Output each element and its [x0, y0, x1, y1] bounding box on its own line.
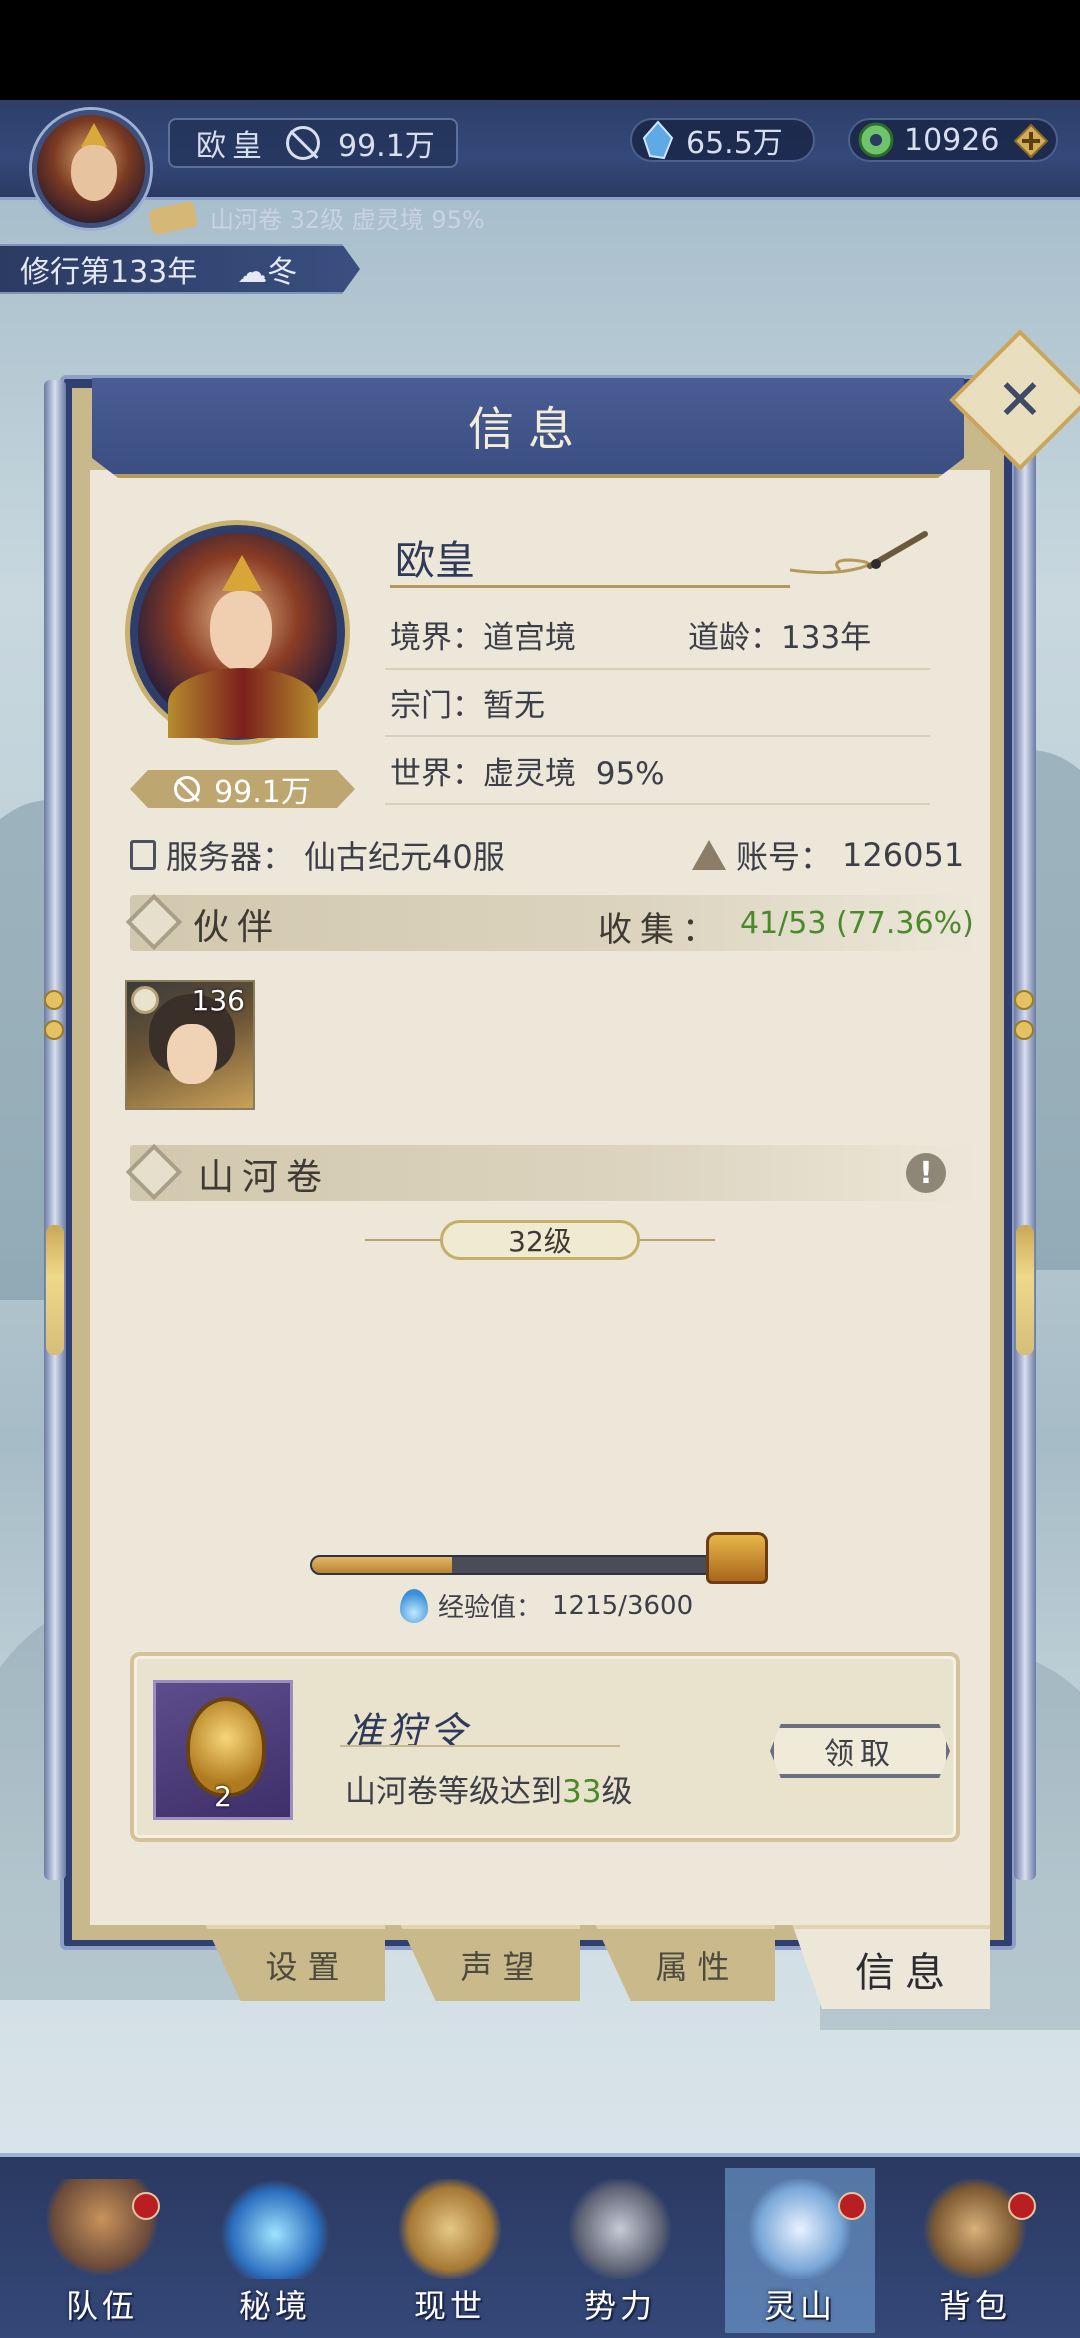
world-value: 虚灵境 [483, 756, 576, 792]
spirit-mountain-icon [745, 2179, 855, 2279]
exp-flame-icon [400, 1588, 428, 1623]
shanhe-level: 32级 [440, 1220, 640, 1260]
tassel-right [1016, 1225, 1034, 1355]
treasure-chest-icon[interactable] [706, 1532, 768, 1584]
season-label: ☁冬 [237, 255, 298, 290]
player-name: 欧皇 [196, 129, 268, 164]
profile-power: 99.1万 [214, 775, 311, 810]
tassel-left [46, 1225, 64, 1355]
age-value: 133年 [781, 620, 872, 656]
player-avatar[interactable] [32, 110, 150, 228]
jade-value: 10926 [904, 122, 1000, 158]
jade-icon [858, 122, 894, 158]
realm-value: 道宫境 [483, 620, 576, 656]
cultivation-year-bar: 修行第133年 ☁冬 [0, 244, 360, 294]
age-row: 道龄：133年 [688, 620, 872, 656]
power-icon [174, 776, 201, 802]
account-icon [692, 840, 726, 870]
power-icon [286, 126, 320, 160]
claim-button[interactable]: 领取 [770, 1724, 950, 1778]
notification-dot [132, 2192, 160, 2220]
world-icon [395, 2179, 505, 2279]
scroll-pole-right [1014, 380, 1036, 1880]
reward-desc: 山河卷等级达到33级 [345, 1774, 633, 1810]
account-value: 126051 [842, 836, 965, 874]
collect-value: 41/53 (77.36%) [740, 906, 974, 941]
sub-info-text: 山河卷 32级 虚灵境 95% [210, 206, 485, 234]
spirit-stone-value: 65.5万 [686, 126, 783, 161]
sect-value: 暂无 [483, 688, 545, 724]
partner-level: 136 [191, 984, 245, 1017]
reward-count: 2 [214, 1780, 232, 1813]
panel-title: 信息 [468, 402, 588, 456]
scroll-icon [147, 200, 199, 235]
profile-power-badge: 99.1万 [130, 770, 355, 808]
add-jade-icon[interactable] [1014, 124, 1048, 158]
jade-counter[interactable]: 10926 [848, 118, 1058, 162]
partner-card[interactable]: 136 [125, 980, 255, 1110]
shanhe-section-title: 山河卷 [198, 1157, 331, 1198]
close-icon: ✕ [996, 367, 1044, 433]
exp-value: 1215/3600 [552, 1590, 694, 1621]
realm-row: 境界：道宫境 [390, 620, 576, 656]
sect-row: 宗门：暂无 [390, 688, 545, 724]
scroll-pole-left [44, 380, 66, 1880]
profile-name: 欧皇 [395, 538, 475, 584]
reward-item-icon[interactable]: 2 [153, 1680, 293, 1820]
exp-progress-fill [312, 1557, 453, 1573]
spirit-stone-counter[interactable]: 65.5万 [630, 118, 815, 162]
nav-faction[interactable]: 势力 [545, 2168, 695, 2333]
faction-icon [565, 2179, 675, 2279]
shanhe-level-banner: 32级 [365, 1220, 715, 1260]
collect-label: 收集： [598, 910, 724, 950]
player-power: 99.1万 [338, 129, 435, 164]
notification-dot [838, 2192, 866, 2220]
server-icon [130, 840, 156, 870]
exp-progress-bar [310, 1555, 730, 1575]
player-sub-info: 山河卷 32级 虚灵境 95% [147, 200, 485, 235]
info-exclamation-icon[interactable]: ! [906, 1153, 946, 1193]
name-underline [390, 585, 790, 588]
account-row: 账号： 126051 [692, 832, 964, 878]
partner-section-title: 伙伴 [193, 907, 282, 948]
edit-name-brush-icon[interactable] [790, 530, 930, 580]
profile-avatar[interactable] [130, 525, 345, 740]
panel-title-band: 信息 [92, 378, 964, 478]
nav-world[interactable]: 现世 [375, 2168, 525, 2333]
exp-row: 经验值： 1215/3600 [400, 1587, 693, 1624]
spirit-stone-icon [642, 120, 674, 160]
nav-secret-realm[interactable]: 秘境 [200, 2168, 350, 2333]
world-row: 世界：虚灵境 95% [390, 756, 665, 792]
notification-dot [1008, 2192, 1036, 2220]
server-row: 服务器： 仙古纪元40服 [130, 832, 505, 878]
world-progress: 95% [595, 756, 665, 792]
cultivation-year: 修行第133年 [20, 255, 198, 290]
nav-party[interactable]: 队伍 [27, 2168, 177, 2333]
player-name-pill: 欧皇 99.1万 [168, 118, 458, 168]
sun-icon [131, 986, 159, 1014]
server-value: 仙古纪元40服 [304, 838, 505, 876]
secret-realm-icon [220, 2179, 330, 2279]
